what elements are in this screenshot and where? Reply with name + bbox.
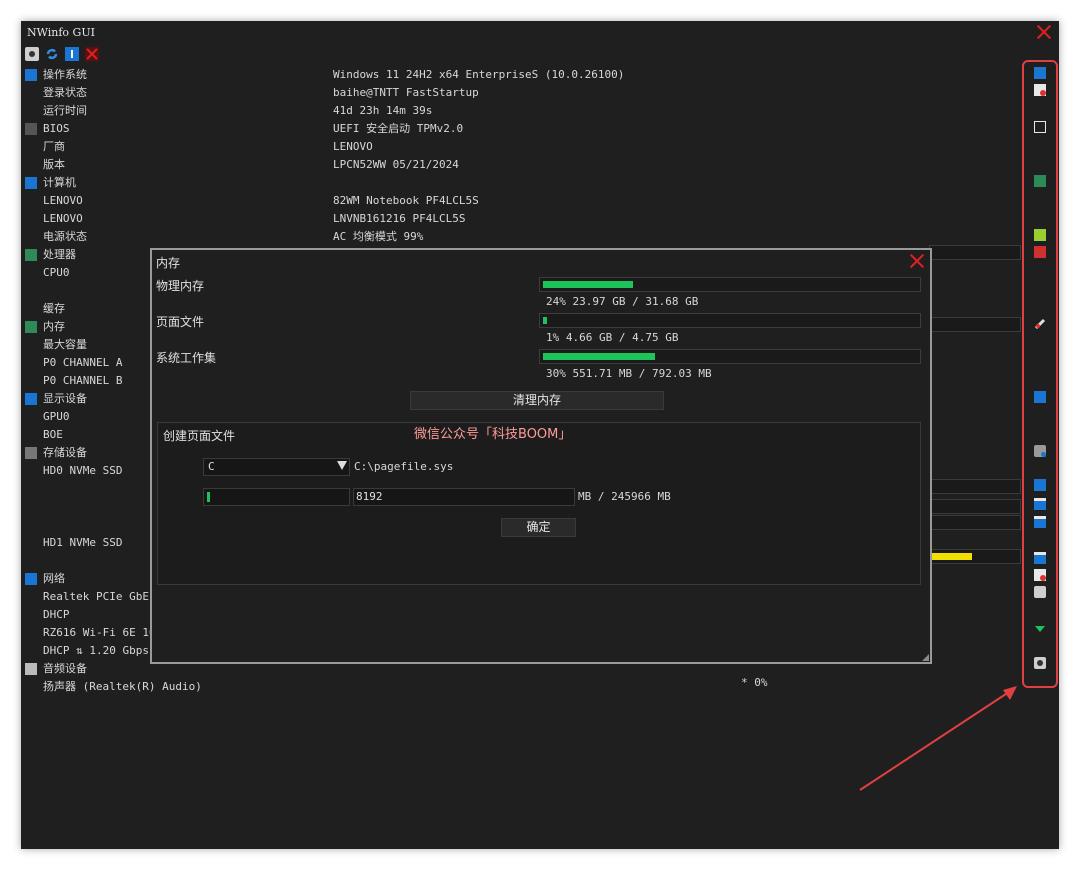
annotation-arrow xyxy=(859,686,1017,791)
